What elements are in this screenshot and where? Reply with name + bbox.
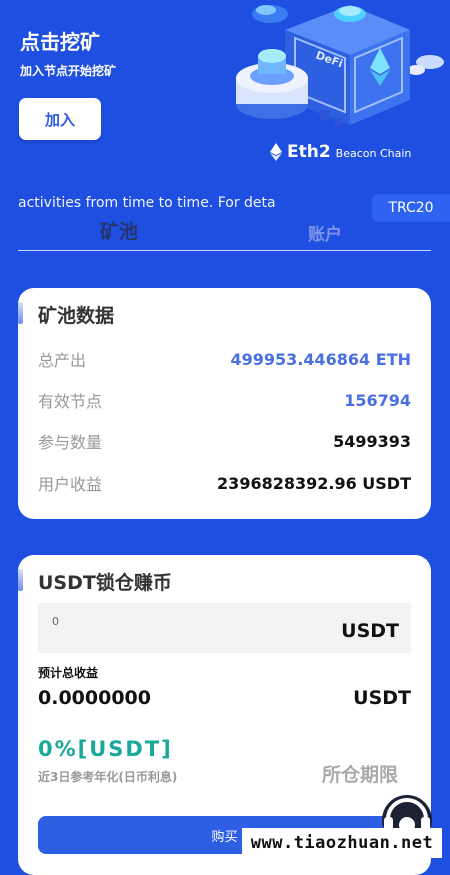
stat-row-valid-nodes: 有效节点 156794 bbox=[38, 388, 411, 412]
usdt-lock-title: USDT锁仓赚币 bbox=[38, 572, 172, 594]
site-watermark: www.tiaozhuan.net bbox=[242, 828, 442, 858]
defi-illustration: DeFi bbox=[236, 5, 444, 126]
eth2-label: Eth2 bbox=[287, 142, 331, 162]
amount-field[interactable]: 0 USDT bbox=[38, 603, 411, 653]
stat-value: 499953.446864 ETH bbox=[230, 349, 411, 369]
usdt-lock-card: USDT锁仓赚币 0 USDT 预计总收益 0.0000000 USDT 0%[… bbox=[18, 555, 431, 875]
stat-label: 用户收益 bbox=[38, 475, 103, 494]
amount-unit: USDT bbox=[341, 620, 399, 642]
pool-data-title: 矿池数据 bbox=[38, 305, 115, 327]
stat-row-participants: 参与数量 5499393 bbox=[38, 429, 411, 453]
stat-value: 156794 bbox=[344, 390, 411, 410]
estimate-value: 0.0000000 bbox=[38, 687, 151, 709]
amount-input[interactable]: 0 bbox=[52, 615, 59, 628]
card-accent bbox=[18, 302, 23, 324]
hero-subtitle: 加入节点开始挖矿 bbox=[20, 64, 117, 78]
announcement-text: activities from time to time. For deta bbox=[18, 195, 276, 211]
stat-label: 有效节点 bbox=[38, 392, 103, 411]
tab-pool[interactable]: 矿池 bbox=[100, 217, 138, 244]
join-button[interactable]: 加入 bbox=[19, 98, 101, 140]
pool-data-card: 矿池数据 总产出 499953.446864 ETH 有效节点 156794 参… bbox=[18, 288, 431, 519]
ethereum-icon bbox=[270, 143, 282, 161]
eth2-brand: Eth2 Beacon Chain bbox=[270, 142, 411, 162]
stat-label: 参与数量 bbox=[38, 433, 103, 452]
tab-divider bbox=[18, 250, 431, 251]
hero-title: 点击挖矿 bbox=[20, 30, 100, 54]
annual-rate: 0%[USDT] bbox=[38, 737, 173, 761]
stat-value: 5499393 bbox=[333, 431, 411, 451]
tab-account[interactable]: 账户 bbox=[308, 220, 342, 245]
lock-period-selector[interactable]: 所仓期限 bbox=[322, 760, 398, 787]
announcement-marquee: activities from time to time. For deta bbox=[18, 193, 280, 215]
rate-note: 近3日参考年化(日币利息) bbox=[38, 770, 178, 784]
stat-row-user-earnings: 用户收益 2396828392.96 USDT bbox=[38, 471, 411, 495]
stat-row-total-output: 总产出 499953.446864 ETH bbox=[38, 347, 411, 371]
estimate-label: 预计总收益 bbox=[38, 666, 99, 680]
stat-label: 总产出 bbox=[38, 351, 87, 370]
stat-value: 2396828392.96 USDT bbox=[217, 473, 411, 493]
card-accent bbox=[18, 569, 23, 591]
beacon-chain-label: Beacon Chain bbox=[335, 147, 412, 160]
estimate-unit: USDT bbox=[353, 687, 411, 709]
network-tag[interactable]: TRC20 bbox=[372, 194, 450, 222]
